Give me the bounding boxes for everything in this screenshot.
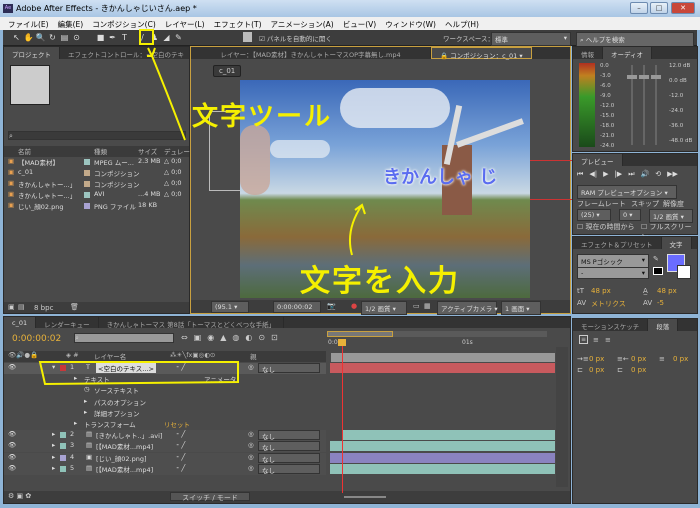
- annotation-type-tool: 文字ツール: [192, 102, 333, 132]
- arrow-to-text: [349, 203, 366, 256]
- layer-highlight: [38, 361, 239, 386]
- type-tool-highlight: [139, 29, 154, 45]
- arrow-to-type-tool: [147, 47, 186, 141]
- annotation-overlay: [38, 29, 366, 386]
- annotation-enter-text: 文字を入力: [300, 264, 460, 299]
- playhead-handle[interactable]: [338, 339, 346, 346]
- current-time-indicator[interactable]: [342, 341, 343, 493]
